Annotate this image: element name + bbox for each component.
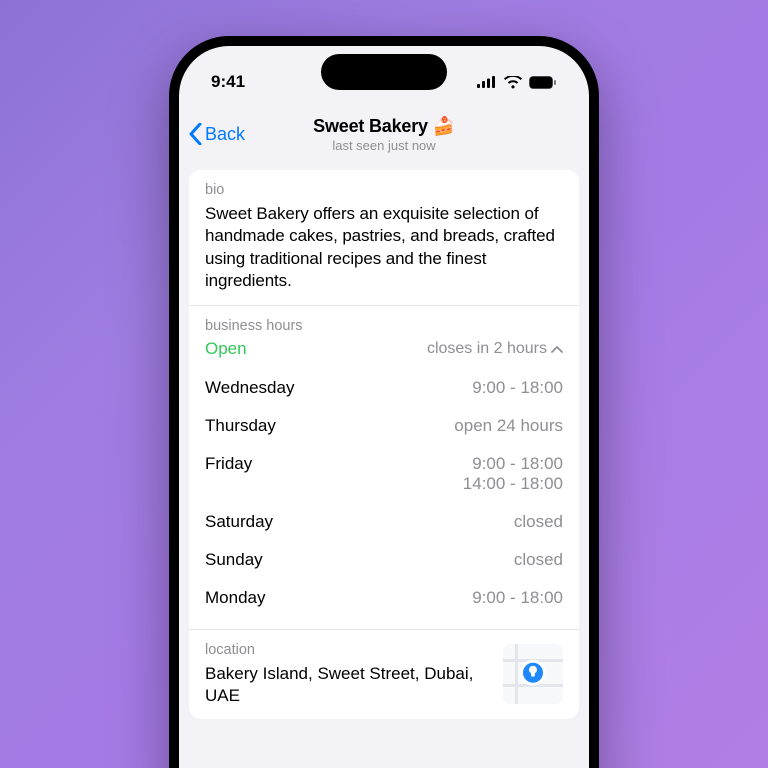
- back-button[interactable]: Back: [189, 123, 245, 145]
- status-time: 9:41: [211, 72, 245, 92]
- hours-label: business hours: [205, 318, 563, 334]
- hour-time: open 24 hours: [454, 416, 563, 436]
- hour-row: Thursday open 24 hours: [205, 407, 563, 445]
- hours-toggle[interactable]: Open closes in 2 hours: [205, 339, 563, 359]
- hours-cell: business hours Open closes in 2 hours We…: [189, 305, 579, 629]
- battery-icon: [529, 76, 557, 89]
- open-status: Open: [205, 339, 247, 359]
- hour-row: Wednesday 9:00 - 18:00: [205, 369, 563, 407]
- screen: 9:41 Back Sweet Bakery 🍰 last seen just …: [179, 46, 589, 768]
- page-subtitle: last seen just now: [332, 138, 435, 153]
- hour-time: 9:00 - 18:00: [472, 588, 563, 608]
- hour-day: Thursday: [205, 416, 276, 436]
- bio-label: bio: [205, 182, 563, 198]
- location-label: location: [205, 642, 489, 658]
- hour-time: 9:00 - 18:0014:00 - 18:00: [463, 454, 563, 494]
- hour-row: Friday 9:00 - 18:0014:00 - 18:00: [205, 445, 563, 503]
- hour-time: closed: [514, 550, 563, 570]
- location-cell[interactable]: location Bakery Island, Sweet Street, Du…: [189, 629, 579, 719]
- hour-day: Friday: [205, 454, 252, 474]
- hour-day: Wednesday: [205, 378, 294, 398]
- bio-text: Sweet Bakery offers an exquisite selecti…: [205, 203, 563, 293]
- wifi-icon: [504, 76, 522, 89]
- location-address: Bakery Island, Sweet Street, Dubai, UAE: [205, 663, 489, 707]
- closes-in-text: closes in 2 hours: [427, 340, 547, 358]
- status-icons: [477, 76, 557, 89]
- hour-row: Saturday closed: [205, 503, 563, 541]
- hour-time: 9:00 - 18:00: [472, 378, 563, 398]
- hour-day: Monday: [205, 588, 265, 608]
- map-pin-icon: [520, 660, 546, 686]
- hour-row: Sunday closed: [205, 541, 563, 579]
- hours-list: Wednesday 9:00 - 18:00 Thursday open 24 hou…: [205, 369, 563, 617]
- dynamic-island: [321, 54, 447, 90]
- nav-bar: Back Sweet Bakery 🍰 last seen just now: [179, 106, 589, 162]
- hour-day: Saturday: [205, 512, 273, 532]
- cellular-icon: [477, 76, 497, 88]
- bio-cell[interactable]: bio Sweet Bakery offers an exquisite sel…: [189, 170, 579, 305]
- back-label: Back: [205, 124, 245, 145]
- map-thumbnail[interactable]: [503, 644, 563, 704]
- page-title: Sweet Bakery 🍰: [313, 116, 455, 137]
- chevron-up-icon: [551, 345, 563, 353]
- phone-frame: 9:41 Back Sweet Bakery 🍰 last seen just …: [169, 36, 599, 768]
- profile-card: bio Sweet Bakery offers an exquisite sel…: [189, 170, 579, 719]
- chevron-left-icon: [189, 123, 202, 145]
- hour-row: Monday 9:00 - 18:00: [205, 579, 563, 617]
- hour-day: Sunday: [205, 550, 263, 570]
- hour-time: closed: [514, 512, 563, 532]
